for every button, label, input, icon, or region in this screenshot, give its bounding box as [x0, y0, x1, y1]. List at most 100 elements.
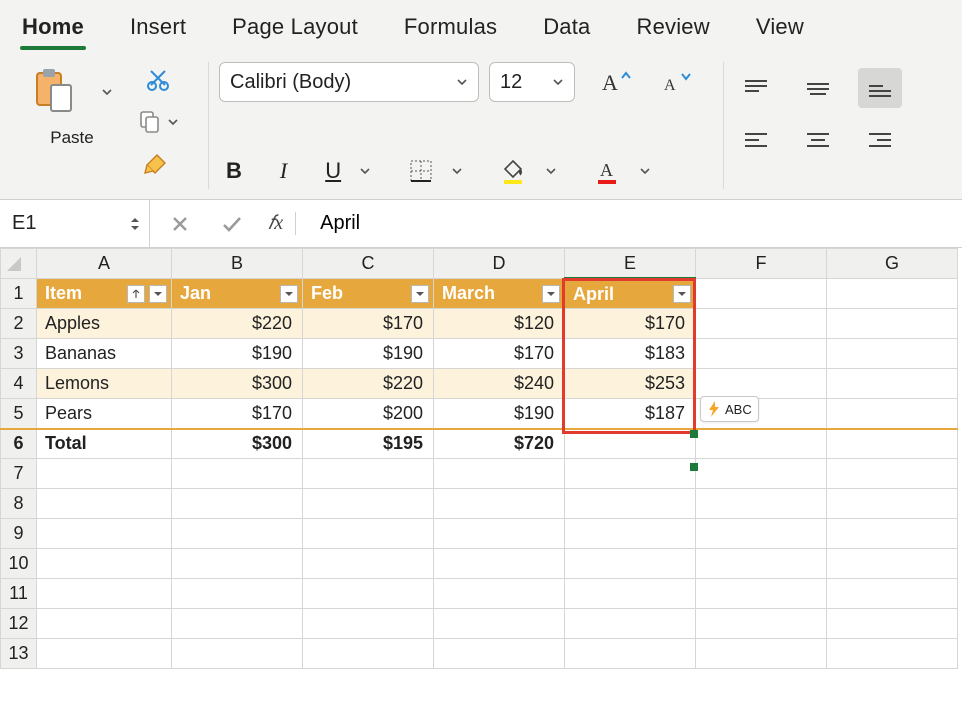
- col-header-B[interactable]: B: [172, 249, 303, 279]
- cell-F1[interactable]: [696, 279, 827, 309]
- cell-E9[interactable]: [565, 519, 696, 549]
- cell-B12[interactable]: [172, 609, 303, 639]
- cell-C2[interactable]: $170: [303, 309, 434, 339]
- row-header-11[interactable]: 11: [1, 579, 37, 609]
- row-header-4[interactable]: 4: [1, 369, 37, 399]
- cell-F11[interactable]: [696, 579, 827, 609]
- formula-input[interactable]: [310, 200, 962, 247]
- cut-button[interactable]: [130, 62, 186, 98]
- cell-E13[interactable]: [565, 639, 696, 669]
- cell-F3[interactable]: [696, 339, 827, 369]
- col-header-A[interactable]: A: [37, 249, 172, 279]
- cell-D8[interactable]: [434, 489, 565, 519]
- underline-button[interactable]: U: [318, 153, 348, 189]
- cell-D7[interactable]: [434, 459, 565, 489]
- cell-A6[interactable]: Total: [37, 429, 172, 459]
- col-header-E[interactable]: E: [565, 249, 696, 279]
- filter-button-item[interactable]: [149, 285, 167, 303]
- cell-E2[interactable]: $170: [565, 309, 696, 339]
- cell-C5[interactable]: $200: [303, 399, 434, 429]
- range-corner-handle[interactable]: [690, 463, 698, 471]
- cell-A13[interactable]: [37, 639, 172, 669]
- filter-button-feb[interactable]: [411, 285, 429, 303]
- cell-C10[interactable]: [303, 549, 434, 579]
- tab-review[interactable]: Review: [635, 8, 712, 52]
- cell-F7[interactable]: [696, 459, 827, 489]
- borders-dropdown[interactable]: [444, 160, 470, 182]
- align-middle-button[interactable]: [796, 68, 840, 108]
- row-header-8[interactable]: 8: [1, 489, 37, 519]
- filter-button-apr[interactable]: [673, 285, 691, 303]
- row-header-2[interactable]: 2: [1, 309, 37, 339]
- paste-dropdown[interactable]: [94, 81, 120, 103]
- cell-G10[interactable]: [827, 549, 958, 579]
- cell-D5[interactable]: $190: [434, 399, 565, 429]
- table-header-jan[interactable]: Jan: [172, 279, 303, 309]
- col-header-F[interactable]: F: [696, 249, 827, 279]
- tab-insert[interactable]: Insert: [128, 8, 188, 52]
- cell-B6[interactable]: $300: [172, 429, 303, 459]
- filter-button-jan[interactable]: [280, 285, 298, 303]
- cell-G3[interactable]: [827, 339, 958, 369]
- tab-home[interactable]: Home: [20, 8, 86, 52]
- cell-G11[interactable]: [827, 579, 958, 609]
- cancel-formula-button[interactable]: [164, 210, 196, 238]
- italic-button[interactable]: I: [273, 153, 294, 189]
- row-header-10[interactable]: 10: [1, 549, 37, 579]
- cell-B7[interactable]: [172, 459, 303, 489]
- cell-A5[interactable]: Pears: [37, 399, 172, 429]
- cell-F6[interactable]: [696, 429, 827, 459]
- cell-B3[interactable]: $190: [172, 339, 303, 369]
- autofill-handle[interactable]: [690, 430, 698, 438]
- font-color-dropdown[interactable]: [632, 160, 658, 182]
- cell-E7[interactable]: [565, 459, 696, 489]
- filter-button-mar[interactable]: [542, 285, 560, 303]
- cell-D11[interactable]: [434, 579, 565, 609]
- sort-asc-icon[interactable]: [127, 285, 145, 303]
- fill-color-button[interactable]: [494, 153, 534, 189]
- cell-B2[interactable]: $220: [172, 309, 303, 339]
- cell-C7[interactable]: [303, 459, 434, 489]
- fx-label[interactable]: 𝑓x: [268, 212, 296, 235]
- col-header-G[interactable]: G: [827, 249, 958, 279]
- cell-D4[interactable]: $240: [434, 369, 565, 399]
- enter-formula-button[interactable]: [214, 210, 250, 238]
- align-bottom-button[interactable]: [858, 68, 902, 108]
- cell-F10[interactable]: [696, 549, 827, 579]
- cell-C13[interactable]: [303, 639, 434, 669]
- cell-B10[interactable]: [172, 549, 303, 579]
- col-header-D[interactable]: D: [434, 249, 565, 279]
- grow-font-button[interactable]: A: [595, 63, 639, 101]
- cell-A10[interactable]: [37, 549, 172, 579]
- cell-E4[interactable]: $253: [565, 369, 696, 399]
- cell-G1[interactable]: [827, 279, 958, 309]
- cell-A11[interactable]: [37, 579, 172, 609]
- cell-D10[interactable]: [434, 549, 565, 579]
- cell-B13[interactable]: [172, 639, 303, 669]
- cell-E12[interactable]: [565, 609, 696, 639]
- cell-D6[interactable]: $720: [434, 429, 565, 459]
- cell-G6[interactable]: [827, 429, 958, 459]
- paste-button[interactable]: [24, 62, 86, 122]
- font-size-select[interactable]: 12: [489, 62, 575, 102]
- cell-B8[interactable]: [172, 489, 303, 519]
- cell-G5[interactable]: [827, 399, 958, 429]
- tab-formulas[interactable]: Formulas: [402, 8, 499, 52]
- cell-E11[interactable]: [565, 579, 696, 609]
- row-header-7[interactable]: 7: [1, 459, 37, 489]
- cell-A9[interactable]: [37, 519, 172, 549]
- cell-C6[interactable]: $195: [303, 429, 434, 459]
- cell-E5[interactable]: $187: [565, 399, 696, 429]
- row-header-13[interactable]: 13: [1, 639, 37, 669]
- flash-fill-options-button[interactable]: ABC: [700, 396, 759, 422]
- cell-G12[interactable]: [827, 609, 958, 639]
- cell-G2[interactable]: [827, 309, 958, 339]
- font-name-select[interactable]: Calibri (Body): [219, 62, 479, 102]
- fill-color-dropdown[interactable]: [538, 160, 564, 182]
- cell-G7[interactable]: [827, 459, 958, 489]
- cell-F4[interactable]: [696, 369, 827, 399]
- cell-F9[interactable]: [696, 519, 827, 549]
- cell-B5[interactable]: $170: [172, 399, 303, 429]
- cell-D13[interactable]: [434, 639, 565, 669]
- cell-E10[interactable]: [565, 549, 696, 579]
